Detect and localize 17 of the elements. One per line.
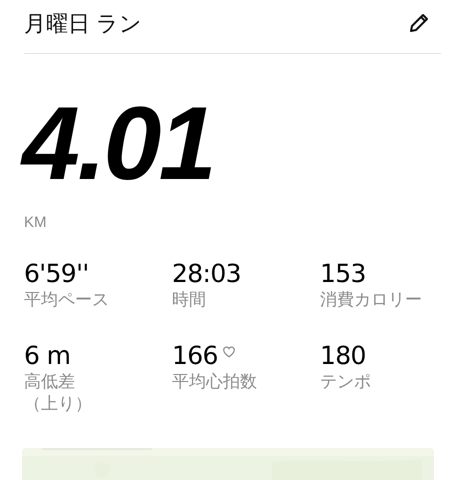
stat-label: 平均心拍数 xyxy=(172,370,257,392)
run-title: 月曜日 ラン xyxy=(24,10,142,38)
stat-value: 180 xyxy=(320,340,366,370)
stat-value: 6 m xyxy=(24,340,70,370)
stat-label: テンポ xyxy=(320,370,371,392)
stat-value: 166 xyxy=(172,340,218,370)
edit-icon[interactable] xyxy=(407,11,431,35)
stat-value: 153 xyxy=(320,258,366,288)
stat-value: 28:03 xyxy=(172,258,241,288)
distance-unit: KM xyxy=(23,213,48,233)
stat-label: 時間 xyxy=(172,288,206,310)
stat-label: 平均ペース xyxy=(24,288,109,310)
distance-value: 4.01 xyxy=(22,94,214,194)
heart-icon xyxy=(222,344,236,358)
stat-value: 6'59'' xyxy=(24,258,89,288)
stat-label: 高低差（上り） xyxy=(24,370,93,414)
stat-label: 消費カロリー xyxy=(320,288,422,310)
